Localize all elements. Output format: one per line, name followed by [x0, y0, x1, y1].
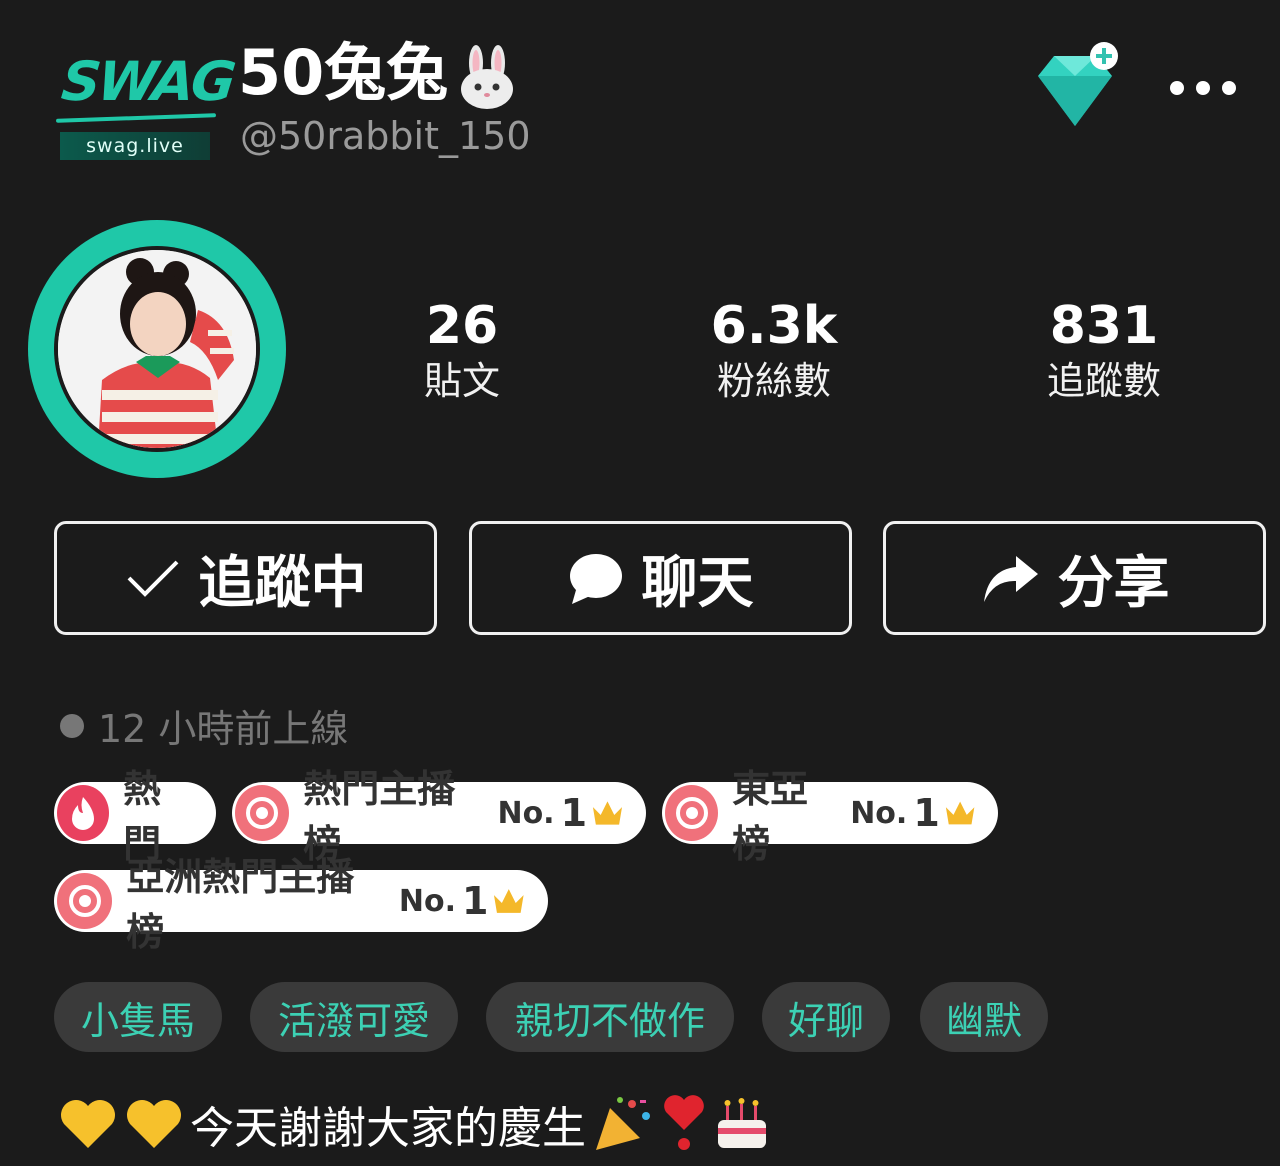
logo-domain: swag.live — [60, 132, 210, 160]
tag-item[interactable]: 好聊 — [762, 982, 890, 1052]
chat-button[interactable]: 聊天 — [469, 521, 852, 635]
profile-name: 50兔兔 — [238, 22, 518, 112]
flame-icon — [57, 785, 110, 841]
badge-label: 亞洲熱門主播榜 — [126, 855, 355, 954]
party-popper-icon — [596, 1097, 650, 1150]
chat-bubble-icon — [569, 554, 622, 604]
crown-icon — [945, 801, 975, 825]
badge-label: 東亞榜 — [732, 767, 809, 866]
rank-number: 1 — [560, 791, 588, 835]
crown-icon — [494, 889, 525, 913]
swag-logo: SWAG swag.live — [55, 50, 236, 160]
target-icon — [665, 785, 719, 841]
stat-followers-value: 6.3k — [710, 296, 838, 356]
rank-prefix: No. — [497, 795, 555, 831]
stat-following[interactable]: 831 追蹤數 — [994, 296, 1214, 406]
profile-handle: @50rabbit_150 — [240, 114, 531, 158]
share-button[interactable]: 分享 — [883, 521, 1266, 635]
chat-button-label: 聊天 — [641, 550, 754, 616]
bio-text: 今天謝謝大家的慶生 — [190, 1103, 586, 1154]
checkmark-icon — [127, 560, 178, 597]
following-button[interactable]: 追蹤中 — [54, 521, 437, 635]
add-diamond-button[interactable] — [1030, 40, 1126, 130]
share-arrow-icon — [983, 556, 1038, 602]
target-icon — [57, 873, 113, 929]
avatar[interactable] — [28, 220, 286, 478]
badge-east-asia-rank[interactable]: 東亞榜 No. 1 — [662, 767, 998, 866]
yellow-heart-icon — [61, 1100, 115, 1148]
share-button-label: 分享 — [1057, 550, 1170, 616]
rank-number: 1 — [913, 791, 940, 835]
crown-icon — [592, 801, 623, 825]
logo-underline — [55, 113, 217, 123]
tag-item[interactable]: 活潑可愛 — [250, 982, 458, 1052]
heart-exclamation-icon — [664, 1095, 704, 1150]
stat-followers[interactable]: 6.3k 粉絲數 — [664, 296, 884, 406]
avatar-photo — [58, 250, 256, 448]
rank-prefix: No. — [850, 795, 908, 831]
online-status: 12 小時前上線 — [60, 698, 348, 753]
yellow-heart-icon — [127, 1100, 181, 1148]
target-icon — [235, 785, 290, 841]
stat-posts-label: 貼文 — [423, 359, 500, 403]
rank-prefix: No. — [398, 883, 456, 919]
tag-item[interactable]: 親切不做作 — [486, 982, 734, 1052]
badge-asia-hot-streamer-rank[interactable]: 亞洲熱門主播榜 No. 1 — [54, 855, 548, 954]
logo-wordmark: SWAG — [58, 50, 236, 113]
profile-name-text: 50兔兔 — [238, 36, 449, 109]
online-status-text: 12 小時前上線 — [98, 707, 349, 751]
following-button-label: 追蹤中 — [198, 550, 367, 616]
status-dot — [60, 713, 84, 738]
rabbit-face-icon — [461, 44, 514, 109]
bio: 今天謝謝大家的慶生 — [58, 1092, 772, 1156]
rank-number: 1 — [461, 879, 489, 923]
birthday-cake-icon — [718, 1098, 766, 1148]
badge-hot-streamer-rank[interactable]: 熱門主播榜 No. 1 — [232, 767, 646, 866]
tag-item[interactable]: 幽默 — [920, 982, 1048, 1052]
stat-followers-label: 粉絲數 — [716, 359, 831, 403]
badge-hot[interactable]: 熱門 — [54, 767, 216, 866]
more-options-icon[interactable] — [1170, 68, 1240, 108]
stat-following-value: 831 — [1049, 296, 1159, 356]
stat-following-label: 追蹤數 — [1046, 359, 1161, 403]
stat-posts[interactable]: 26 貼文 — [352, 296, 572, 406]
stat-posts-value: 26 — [425, 296, 499, 356]
tag-item[interactable]: 小隻馬 — [54, 982, 222, 1052]
